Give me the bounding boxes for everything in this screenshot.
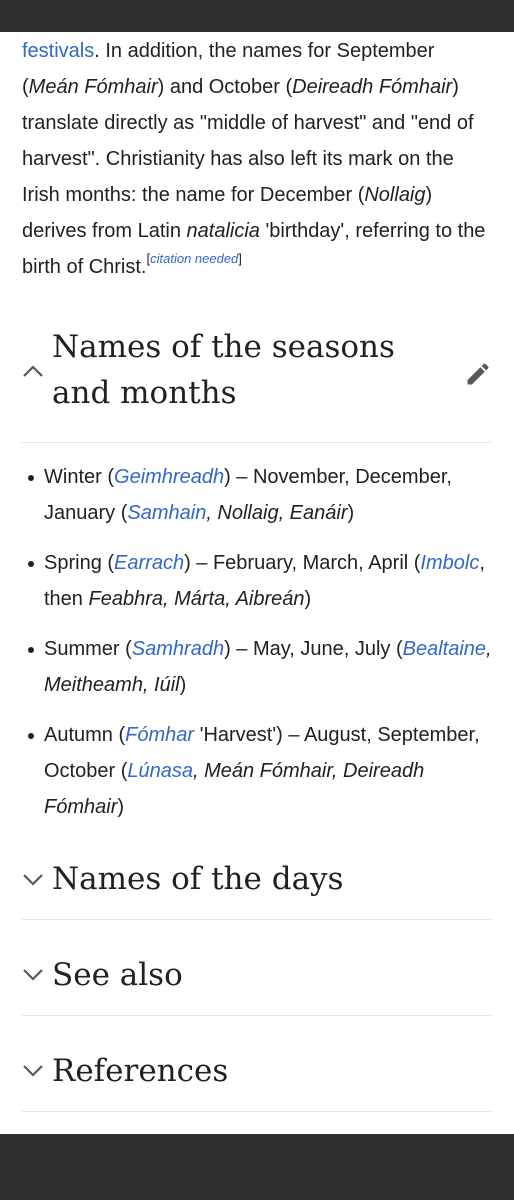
earrach-link[interactable]: Earrach: [114, 552, 184, 574]
section-days[interactable]: Names of the days: [22, 839, 492, 920]
geimhreadh-link[interactable]: Geimhreadh: [114, 466, 224, 488]
september-irish: Meán Fómhair: [28, 76, 158, 98]
list-item-winter: Winter (Geimhreadh) – November, December…: [22, 459, 492, 531]
intro-paragraph: festivals. In addition, the names for Se…: [22, 32, 492, 285]
samhradh-link[interactable]: Samhradh: [132, 638, 224, 660]
section-see-also[interactable]: See also: [22, 920, 492, 1016]
intro-text-1: . In addition, the names for September: [94, 40, 435, 62]
seasons-list: Winter (Geimhreadh) – November, December…: [22, 459, 492, 825]
citation-needed: [citation needed]: [146, 251, 242, 266]
section-references-title: References: [52, 1053, 229, 1089]
section-see-also-title: See also: [52, 957, 183, 993]
chevron-up-icon[interactable]: [22, 364, 44, 378]
section-references[interactable]: References: [22, 1016, 492, 1112]
fomhar-link[interactable]: Fómhar: [125, 724, 194, 746]
bealtaine-link[interactable]: Bealtaine: [403, 638, 486, 660]
citation-needed-link[interactable]: citation needed: [150, 251, 238, 266]
chevron-down-icon[interactable]: [22, 1064, 44, 1078]
chevron-down-icon[interactable]: [22, 968, 44, 982]
october-irish: Deireadh Fómhair: [292, 76, 453, 98]
list-item-autumn: Autumn (Fómhar 'Harvest') – August, Sept…: [22, 717, 492, 825]
samhain-link[interactable]: Samhain: [127, 502, 206, 524]
navigation-bar: [0, 1134, 514, 1200]
status-bar: [0, 0, 514, 32]
imbolc-link[interactable]: Imbolc: [420, 552, 479, 574]
section-days-title: Names of the days: [52, 861, 344, 897]
article-content: festivals. In addition, the names for Se…: [22, 32, 492, 1112]
pencil-icon[interactable]: [464, 360, 492, 388]
intro-text-2: ) and October (: [157, 76, 293, 98]
section-seasons-header[interactable]: Names of the seasons and months: [22, 324, 492, 424]
section-seasons: Names of the seasons and months: [22, 324, 492, 443]
intro-paren-close: ): [452, 76, 459, 98]
section-seasons-title: Names of the seasons and months: [52, 329, 395, 411]
list-item-summer: Summer (Samhradh) – May, June, July (Bea…: [22, 631, 492, 703]
december-irish: Nollaig: [364, 184, 426, 206]
lunasa-link[interactable]: Lúnasa: [127, 760, 193, 782]
chevron-down-icon[interactable]: [22, 873, 44, 887]
intro-paren: (: [22, 76, 29, 98]
festivals-link[interactable]: festivals: [22, 40, 94, 62]
latin-word: natalicia: [186, 220, 260, 242]
list-item-spring: Spring (Earrach) – February, March, Apri…: [22, 545, 492, 617]
